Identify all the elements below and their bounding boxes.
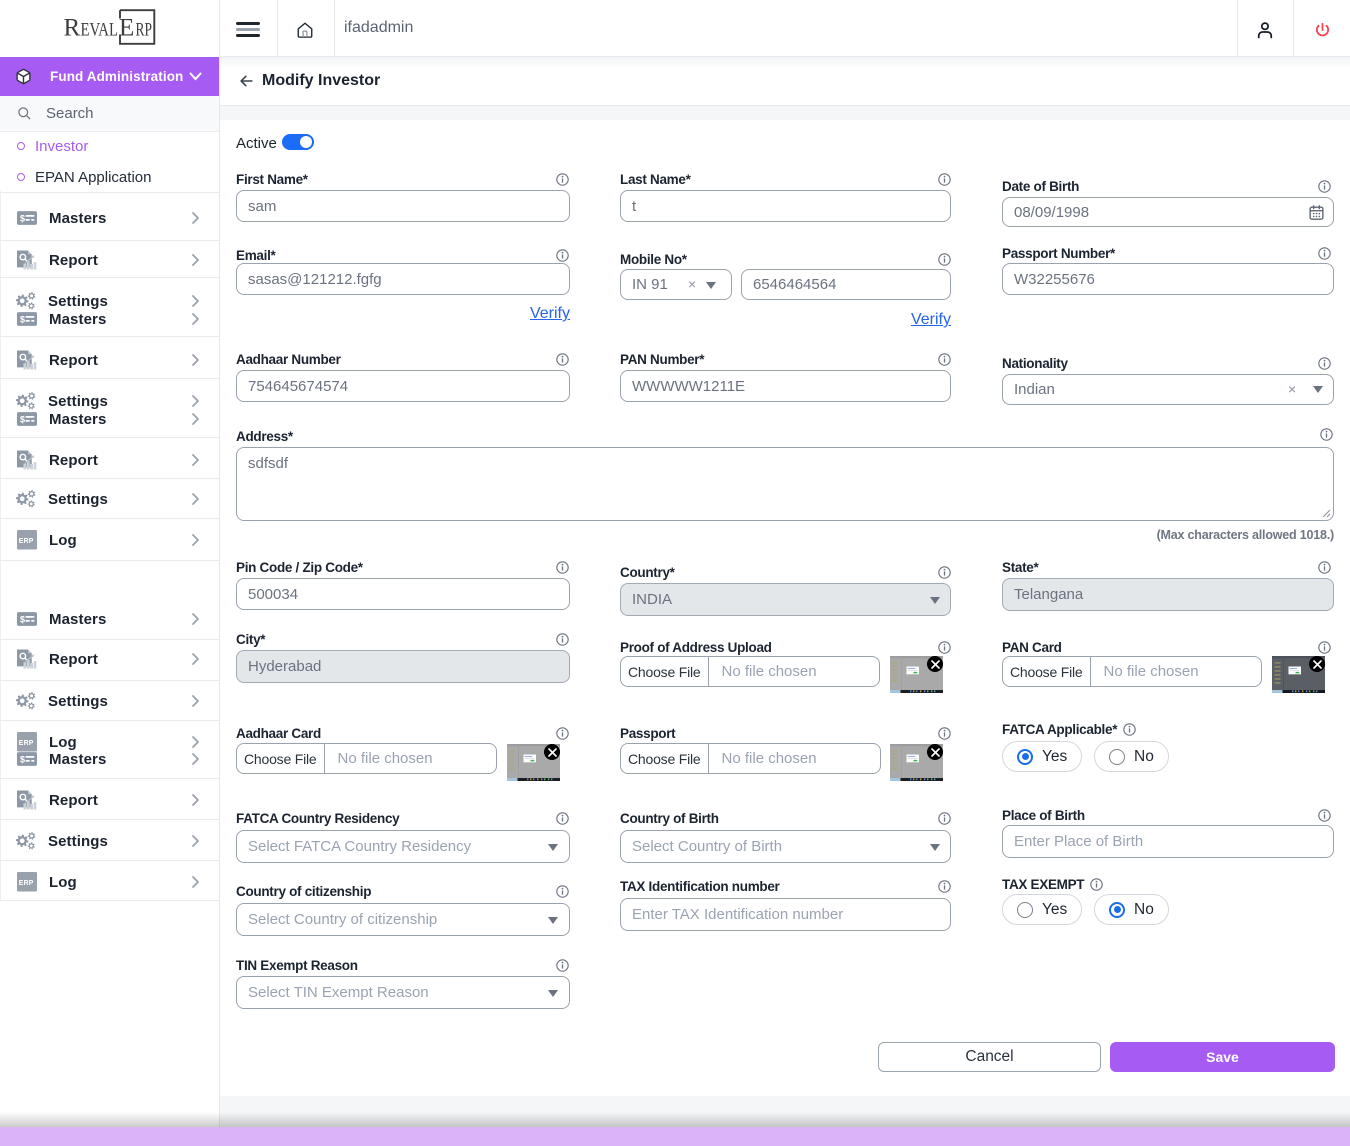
svg-text:E: E (119, 15, 134, 42)
svg-text:$: $ (20, 614, 25, 624)
svg-text:$: $ (20, 213, 25, 223)
svg-text:ERP: ERP (19, 880, 34, 887)
svg-text:ERP: ERP (19, 538, 34, 545)
svg-text:EVAL: EVAL (81, 20, 119, 41)
svg-text:ERP: ERP (19, 740, 34, 747)
svg-text:RP: RP (136, 20, 153, 41)
svg-text:$: $ (20, 314, 25, 324)
svg-text:$: $ (20, 754, 25, 764)
svg-text:$: $ (20, 414, 25, 424)
svg-text:R: R (64, 15, 81, 42)
